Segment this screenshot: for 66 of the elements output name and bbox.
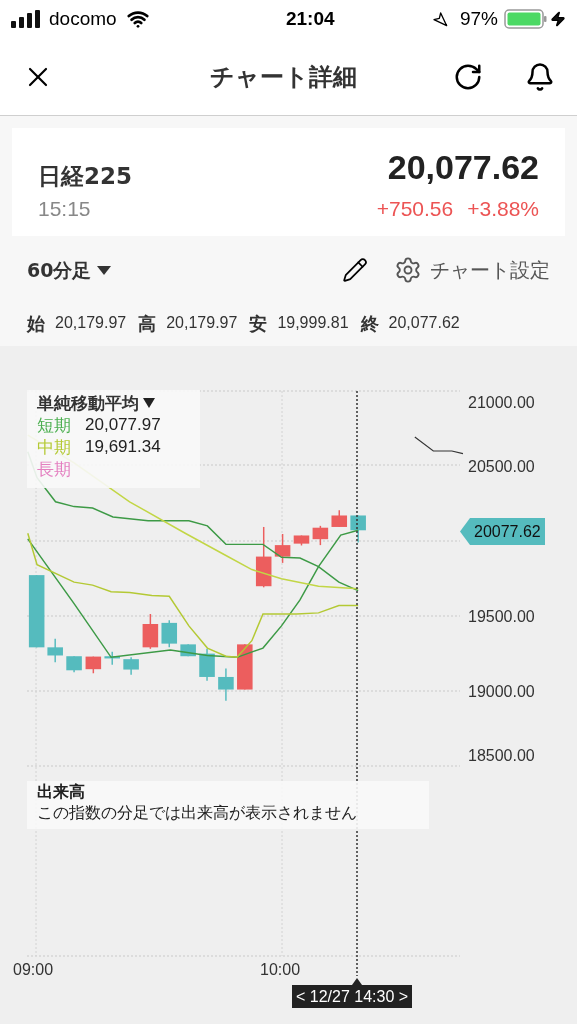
clock: 21:04 <box>285 6 335 31</box>
candlestick <box>312 525 329 546</box>
y-axis-label: 19000.00 <box>468 682 535 702</box>
y-axis-label: 18500.00 <box>468 746 535 766</box>
tag-pointer-icon <box>460 518 470 545</box>
cursor-time-label: < 12/27 14:30 > <box>292 985 413 1008</box>
legend-label: 長期 <box>37 458 71 480</box>
x-axis-label: 09:00 <box>13 960 54 980</box>
quote-time: 15:15 <box>38 196 91 222</box>
candlestick <box>161 619 178 649</box>
candlestick <box>350 514 366 544</box>
y-axis-label: 20500.00 <box>468 457 535 477</box>
pencil-icon <box>342 257 368 283</box>
caret-icon <box>143 398 155 408</box>
battery-percent: 97% <box>459 6 498 31</box>
battery-icon <box>504 9 548 29</box>
candlestick <box>331 509 348 528</box>
x-axis-label: 10:00 <box>260 960 301 980</box>
ohlc-value: 20,077.62 <box>388 313 460 333</box>
page-title: チャート詳細 <box>209 61 357 93</box>
candlestick <box>293 534 310 547</box>
interval-dropdown[interactable]: 60分足 <box>27 255 112 285</box>
wifi-icon <box>126 8 149 30</box>
ohlc-label: 高 <box>138 311 157 336</box>
signal-icon <box>11 10 43 28</box>
ohlc-value: 19,999.81 <box>277 313 349 333</box>
index-price: 20,077.62 <box>387 147 539 188</box>
candlestick <box>218 667 234 702</box>
chart-settings-button[interactable]: チャート設定 <box>394 255 550 285</box>
legend-label: 短期 <box>37 414 71 436</box>
settings-icon <box>394 256 422 284</box>
ohlc-value: 20,179.97 <box>55 313 127 333</box>
candlestick <box>142 613 159 650</box>
legend-value: 20,077.97 <box>85 414 161 436</box>
legend-title: 単純移動平均 <box>37 392 139 414</box>
candlestick <box>274 533 291 564</box>
caret-icon <box>97 265 112 275</box>
ohlc-label: 終 <box>360 311 379 336</box>
price-line <box>414 436 464 455</box>
index-name: 日経225 <box>38 161 132 191</box>
notification-button[interactable] <box>525 61 555 92</box>
volume-message: この指数の分足では出来高が表示されません <box>37 802 358 823</box>
carrier-name: docomo <box>49 6 117 31</box>
y-axis-label: 21000.00 <box>468 393 535 413</box>
candlestick <box>47 638 63 663</box>
percent-change: +3.88% <box>467 196 539 222</box>
candlestick <box>123 656 139 676</box>
legend-label: 中期 <box>37 436 71 458</box>
candlestick <box>85 655 102 674</box>
candlestick <box>104 651 120 666</box>
cursor-pointer-icon <box>352 978 362 985</box>
charging-icon <box>550 11 566 27</box>
draw-button[interactable] <box>342 257 368 283</box>
ohlc-label: 始 <box>27 311 45 336</box>
legend-value: 19,691.34 <box>85 436 161 458</box>
candlestick <box>66 655 82 673</box>
bell-icon <box>525 61 555 92</box>
volume-title: 出来高 <box>37 781 86 802</box>
candlestick <box>255 526 272 589</box>
price-change: +750.56 <box>376 196 454 222</box>
location-icon <box>431 11 448 27</box>
ohlc-value: 20,179.97 <box>166 313 238 333</box>
candlestick <box>237 643 253 691</box>
y-axis-label: 19500.00 <box>468 607 535 627</box>
ohlc-label: 安 <box>249 311 268 336</box>
candlestick <box>199 648 215 682</box>
